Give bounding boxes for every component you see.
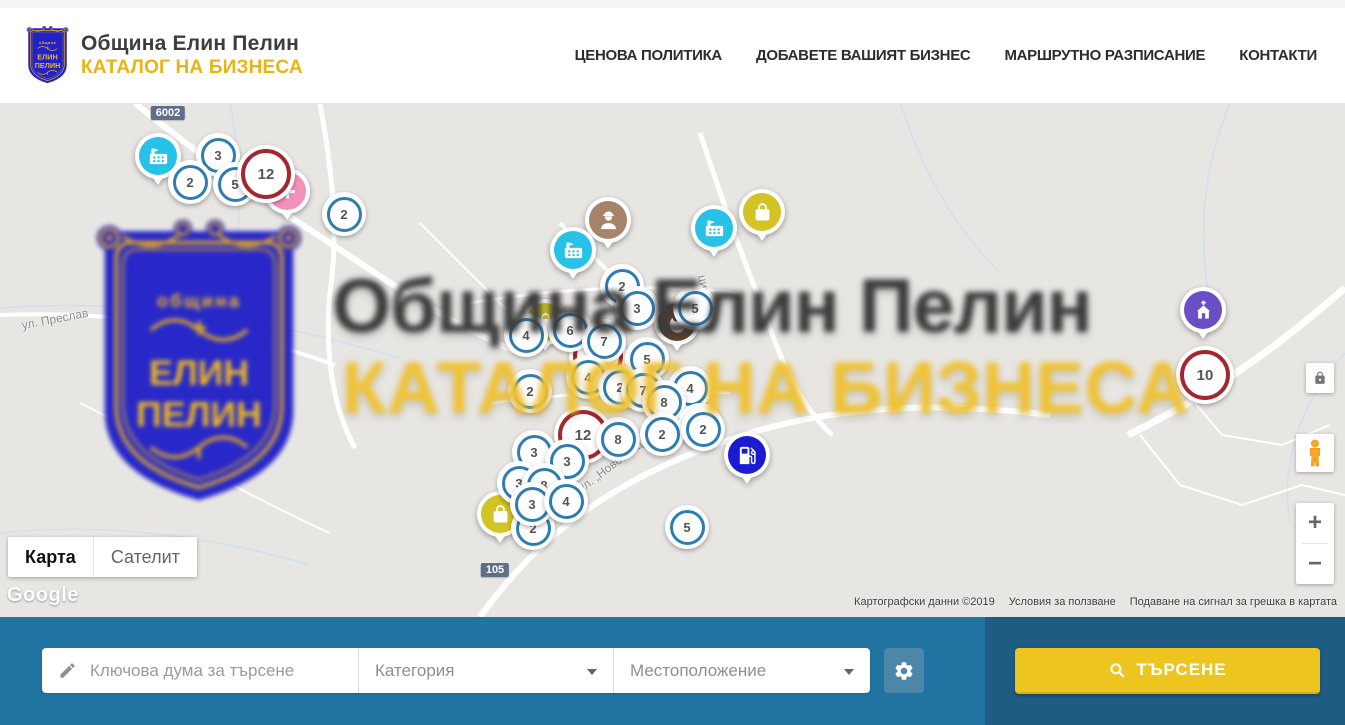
search-button-label: ТЪРСЕНЕ: [1136, 660, 1226, 680]
map-cluster-marker[interactable]: 5: [673, 286, 717, 330]
map-cluster-marker[interactable]: 3: [615, 286, 659, 330]
keyword-field-wrap: [42, 648, 358, 693]
attribution-link[interactable]: Условия за ползване: [1009, 596, 1116, 608]
lock-scroll-button[interactable]: [1306, 363, 1334, 393]
search-icon: [1108, 661, 1126, 679]
map-pin-church[interactable]: [1180, 287, 1226, 333]
map-cluster-marker[interactable]: 2: [322, 192, 366, 236]
svg-text:община: община: [39, 41, 57, 45]
lock-icon: [1313, 371, 1327, 385]
street-label: 6002: [151, 106, 185, 120]
street-view-pegman-button[interactable]: [1296, 434, 1334, 472]
attribution-link[interactable]: Подаване на сигнал за грешка в картата: [1130, 596, 1337, 608]
svg-text:ЕЛИН: ЕЛИН: [37, 53, 57, 62]
nav-contacts[interactable]: КОНТАКТИ: [1239, 47, 1317, 64]
site-header: община ЕЛИН ПЕЛИН Община Елин Пелин КАТА…: [0, 8, 1345, 104]
zoom-in-button[interactable]: +: [1296, 503, 1334, 543]
map-cluster-marker[interactable]: 4: [504, 313, 548, 357]
site-logo[interactable]: община ЕЛИН ПЕЛИН Община Елин Пелин КАТА…: [24, 25, 303, 86]
map-pin-fuel[interactable]: [724, 432, 770, 478]
category-select-label: Категория: [375, 661, 454, 681]
map-cluster-marker[interactable]: 2: [681, 407, 725, 451]
map-cluster-marker[interactable]: 8: [596, 417, 640, 461]
zoom-control: + −: [1296, 503, 1334, 584]
site-title: Община Елин Пелин: [81, 32, 303, 56]
map-type-satellite-button[interactable]: Сателит: [93, 537, 197, 577]
map-pin-factory[interactable]: [550, 227, 596, 273]
site-subtitle: КАТАЛОГ НА БИЗНЕСА: [81, 57, 303, 79]
location-select-label: Местоположение: [630, 661, 766, 681]
gear-icon: [893, 660, 915, 682]
search-bar: Категория Местоположение ТЪРСЕНЕ: [0, 617, 1345, 725]
nav-pricing[interactable]: ЦЕНОВА ПОЛИТИКА: [575, 47, 722, 64]
chevron-down-icon: [587, 669, 597, 675]
map-cluster-marker[interactable]: 2: [508, 369, 552, 413]
google-logo[interactable]: Google: [7, 584, 79, 607]
map-pin-bag[interactable]: [739, 189, 785, 235]
keyword-search-input[interactable]: [88, 660, 358, 682]
map-pin-factory[interactable]: [691, 205, 737, 251]
chevron-down-icon: [844, 669, 854, 675]
zoom-out-button[interactable]: −: [1296, 544, 1334, 584]
map-cluster-marker[interactable]: 10: [1176, 346, 1234, 404]
map-canvas[interactable]: 6002105ул. Преславбул. „Новоселци“ции 32…: [0, 103, 1345, 617]
municipality-crest-icon: община ЕЛИН ПЕЛИН: [24, 25, 71, 86]
map-cluster-marker[interactable]: 4: [544, 479, 588, 523]
map-attribution: Картографски данни ©2019 Условия за ползв…: [854, 596, 1337, 608]
location-select[interactable]: Местоположение: [613, 648, 870, 693]
map-cluster-marker[interactable]: 2: [168, 160, 212, 204]
nav-add-business[interactable]: ДОБАВЕТЕ ВАШИЯТ БИЗНЕС: [756, 47, 970, 64]
attribution-text: Картографски данни ©2019: [854, 596, 995, 608]
search-bar-right: ТЪРСЕНЕ: [985, 617, 1345, 725]
pegman-icon: [1302, 439, 1328, 467]
svg-text:ПЕЛИН: ПЕЛИН: [35, 61, 61, 70]
street-label: 105: [481, 563, 509, 577]
search-button[interactable]: ТЪРСЕНЕ: [1015, 648, 1320, 694]
map-cluster-marker[interactable]: 2: [640, 412, 684, 456]
pencil-icon: [58, 661, 77, 680]
search-input-group: Категория Местоположение: [42, 648, 870, 693]
map-cluster-marker[interactable]: 5: [665, 505, 709, 549]
nav-bus-schedule[interactable]: МАРШРУТНО РАЗПИСАНИЕ: [1004, 47, 1205, 64]
map-type-map-button[interactable]: Карта: [8, 537, 93, 577]
advanced-search-button[interactable]: [884, 648, 924, 693]
map-type-control: Карта Сателит: [8, 537, 197, 577]
main-nav: ЦЕНОВА ПОЛИТИКА ДОБАВЕТЕ ВАШИЯТ БИЗНЕС МАР…: [575, 47, 1321, 64]
category-select[interactable]: Категория: [358, 648, 613, 693]
map-cluster-marker[interactable]: 12: [237, 145, 295, 203]
